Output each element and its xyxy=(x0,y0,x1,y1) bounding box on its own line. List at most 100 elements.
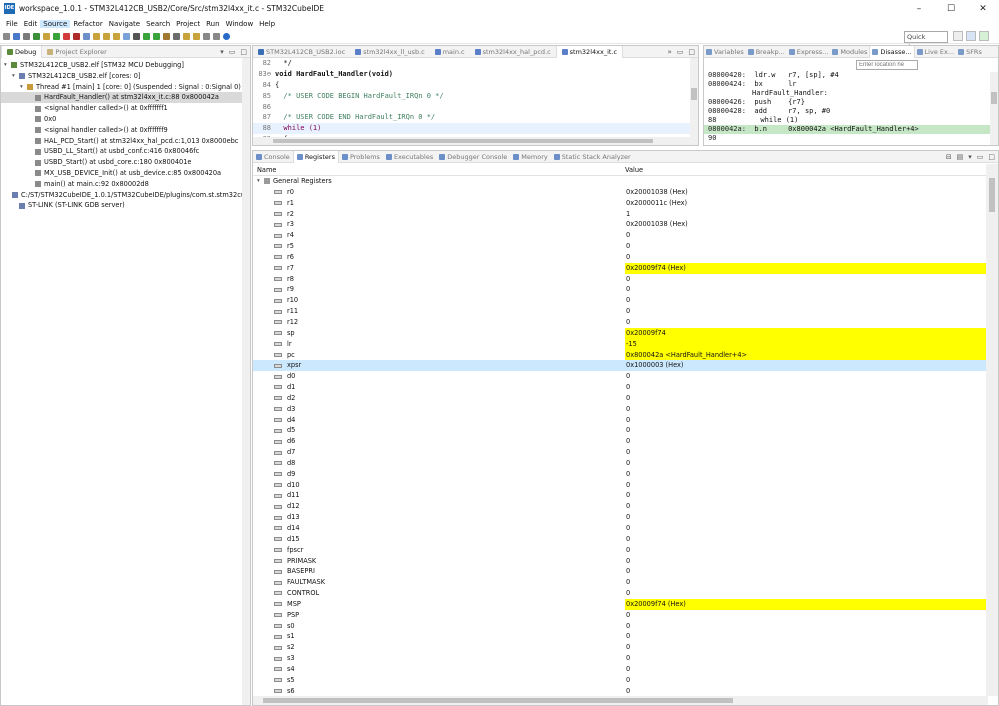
register-value[interactable]: 0 xyxy=(625,382,986,393)
disassembly-line[interactable]: 0800042a: b.n 0x800042a <HardFault_Handl… xyxy=(704,125,998,134)
forward-icon[interactable] xyxy=(213,33,220,40)
register-value[interactable]: 0 xyxy=(625,631,986,642)
chevron-down-icon[interactable]: ▾ xyxy=(20,82,27,93)
code-line[interactable]: 88 while (1) xyxy=(253,123,698,135)
register-value[interactable]: 0x800042a <HardFault_Handler+4> xyxy=(625,349,986,361)
register-value[interactable]: 0 xyxy=(625,534,986,545)
view-menu-icon[interactable]: ▾ xyxy=(220,48,224,56)
register-value[interactable]: 0 xyxy=(625,230,986,241)
suspend-icon[interactable] xyxy=(63,33,70,40)
code-line[interactable]: 87 /* USER CODE END HardFault_IRQn 0 */ xyxy=(253,112,698,123)
register-row[interactable]: r12 0 xyxy=(253,317,986,328)
tab-live-expressions[interactable]: Live Ex... xyxy=(915,46,957,58)
column-value[interactable]: Value xyxy=(625,164,643,175)
restart-icon[interactable] xyxy=(133,33,140,40)
disassembly-line[interactable]: 88 while (1) xyxy=(704,116,998,125)
disassembly-line[interactable]: 08000424: bx lr xyxy=(704,80,998,89)
menu-search[interactable]: Search xyxy=(143,20,173,28)
new-icon[interactable] xyxy=(3,33,10,40)
search-icon[interactable] xyxy=(173,33,180,40)
editor-horizontal-scrollbar[interactable] xyxy=(253,137,698,145)
tab-memory[interactable]: Memory xyxy=(510,151,550,163)
tab-variables[interactable]: Variables xyxy=(704,46,746,58)
register-value[interactable]: 0x20001038 (Hex) xyxy=(625,219,986,230)
prev-annotation-icon[interactable] xyxy=(193,33,200,40)
register-row[interactable]: d0 0 xyxy=(253,371,986,382)
debug-tree-item[interactable]: <signal handler called>() at 0xfffffff9 xyxy=(1,125,250,136)
step-over-icon[interactable] xyxy=(103,33,110,40)
register-row[interactable]: r2 1 xyxy=(253,209,986,220)
code-line[interactable]: 90 /* USER CODE BEGIN W1_HardFault_IRQn … xyxy=(253,145,698,146)
collapse-all-icon[interactable]: ⊟ xyxy=(946,153,952,161)
maximize-view-icon[interactable]: □ xyxy=(988,153,995,161)
register-value[interactable]: 0 xyxy=(625,306,986,317)
menu-project[interactable]: Project xyxy=(173,20,203,28)
tab-disassembly[interactable]: Disasse... xyxy=(869,46,915,58)
tab-expressions[interactable]: Express... xyxy=(787,46,831,58)
disassembly-scrollbar[interactable] xyxy=(990,72,998,145)
editor-vertical-scrollbar[interactable] xyxy=(690,58,698,137)
register-row[interactable]: r4 0 xyxy=(253,230,986,241)
register-row[interactable]: sp 0x20009f74 xyxy=(253,327,986,339)
register-value[interactable]: 0 xyxy=(625,664,986,675)
disassembly-line[interactable]: 08000428: add r7, sp, #0 xyxy=(704,107,998,116)
location-input[interactable] xyxy=(856,60,918,70)
chevron-down-icon[interactable]: ▾ xyxy=(4,60,11,71)
tab-debug[interactable]: Debug xyxy=(1,46,43,58)
run-icon[interactable] xyxy=(153,33,160,40)
tab-editor-file[interactable]: stm32l4xx_it.c xyxy=(555,46,624,58)
register-row[interactable]: d15 0 xyxy=(253,534,986,545)
register-value[interactable]: 0x20009f74 (Hex) xyxy=(625,598,986,610)
register-row[interactable]: r9 0 xyxy=(253,284,986,295)
tab-editor-file[interactable]: main.c xyxy=(430,46,470,58)
tab-modules[interactable]: Modules xyxy=(830,46,869,58)
quick-access-field[interactable]: Quick Access xyxy=(904,31,948,51)
register-row[interactable]: pc 0x800042a <HardFault_Handler+4> xyxy=(253,349,986,361)
register-row[interactable]: d2 0 xyxy=(253,393,986,404)
register-value[interactable]: 0 xyxy=(625,642,986,653)
register-row[interactable]: s4 0 xyxy=(253,664,986,675)
register-value[interactable]: 0 xyxy=(625,490,986,501)
register-value[interactable]: 1 xyxy=(625,209,986,220)
editor-hscroll-thumb[interactable] xyxy=(273,139,653,143)
debug-tree-item[interactable]: ▾ STM32L412CB_USB2.elf [cores: 0] xyxy=(1,71,250,82)
register-value[interactable]: 0 xyxy=(625,425,986,436)
back-icon[interactable] xyxy=(203,33,210,40)
resume-icon[interactable] xyxy=(53,33,60,40)
editor-scroll-thumb[interactable] xyxy=(691,88,697,100)
instruction-step-icon[interactable] xyxy=(123,33,130,40)
register-row[interactable]: r0 0x20001038 (Hex) xyxy=(253,187,986,198)
next-annotation-icon[interactable] xyxy=(183,33,190,40)
register-value[interactable]: 0 xyxy=(625,469,986,480)
register-row[interactable]: r10 0 xyxy=(253,295,986,306)
settings-icon[interactable] xyxy=(43,33,50,40)
disassembly-line[interactable]: HardFault_Handler: xyxy=(704,89,998,98)
chevron-down-icon[interactable]: ▾ xyxy=(12,71,19,82)
register-value[interactable]: 0x20001038 (Hex) xyxy=(625,187,986,198)
register-row[interactable]: d6 0 xyxy=(253,436,986,447)
tab-stack-analyzer[interactable]: Static Stack Analyzer xyxy=(551,151,634,163)
register-row[interactable]: s5 0 xyxy=(253,675,986,686)
view-menu-icon[interactable]: ▾ xyxy=(968,153,972,161)
menu-refactor[interactable]: Refactor xyxy=(70,20,105,28)
register-value[interactable]: 0 xyxy=(625,577,986,588)
menu-run[interactable]: Run xyxy=(203,20,222,28)
column-name[interactable]: Name xyxy=(253,164,625,175)
terminate-icon[interactable] xyxy=(73,33,80,40)
register-value[interactable]: 0x20009f74 (Hex) xyxy=(625,262,986,274)
registers-vertical-scrollbar[interactable] xyxy=(986,164,998,696)
registers-horizontal-scrollbar[interactable] xyxy=(253,696,988,705)
register-row[interactable]: r11 0 xyxy=(253,306,986,317)
debug-tree-item[interactable]: HardFault_Handler() at stm32l4xx_it.c:88… xyxy=(1,92,250,104)
cpp-perspective-icon[interactable] xyxy=(966,31,976,41)
register-row[interactable]: s3 0 xyxy=(253,653,986,664)
close-button[interactable]: ✕ xyxy=(967,0,999,17)
register-row[interactable]: d11 0 xyxy=(253,490,986,501)
register-value[interactable]: 0 xyxy=(625,588,986,599)
register-row[interactable]: r6 0 xyxy=(253,252,986,263)
debug-tree-item[interactable]: <signal handler called>() at 0xfffffff1 xyxy=(1,103,250,114)
maximize-editor-icon[interactable]: □ xyxy=(688,48,695,56)
register-value[interactable]: 0 xyxy=(625,501,986,512)
minimize-view-icon[interactable]: ▭ xyxy=(229,48,236,56)
debug-tree-item[interactable]: HAL_PCD_Start() at stm32l4xx_hal_pcd.c:1… xyxy=(1,136,250,147)
